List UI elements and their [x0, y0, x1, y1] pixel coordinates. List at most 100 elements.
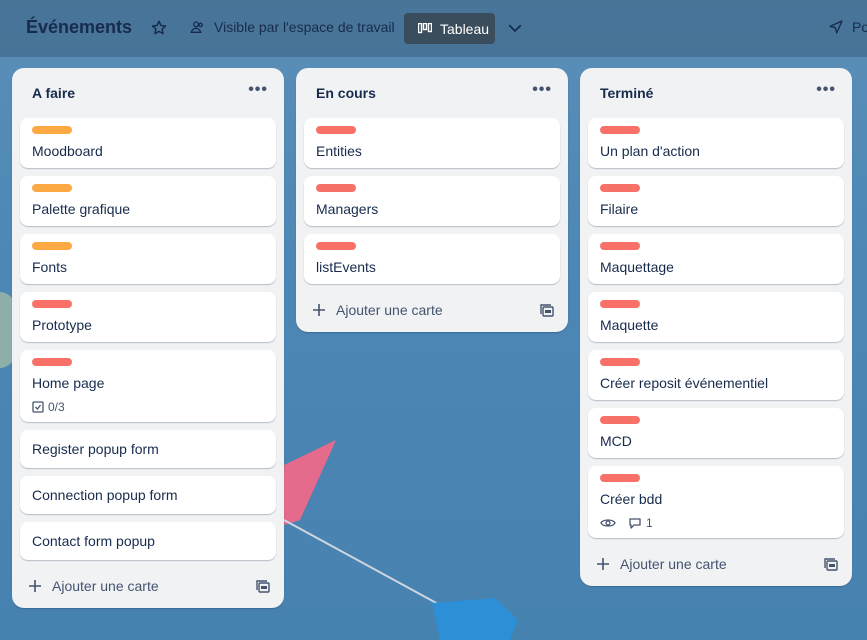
card-title: Créer bdd [600, 491, 663, 507]
card-title: Prototype [32, 317, 92, 333]
add-card-button[interactable]: Ajouter une carte [312, 302, 443, 318]
add-card-button[interactable]: Ajouter une carte [28, 578, 159, 594]
card[interactable]: Maquettage [588, 234, 844, 284]
card-label[interactable] [600, 242, 640, 250]
card-title: Register popup form [32, 441, 159, 457]
card[interactable]: Prototype [20, 292, 276, 342]
plus-icon [29, 580, 41, 592]
card-label[interactable] [600, 300, 640, 308]
comments-badge: 1 [628, 516, 653, 530]
card[interactable]: Moodboard [20, 118, 276, 168]
list-title[interactable]: En cours [316, 85, 376, 101]
card[interactable]: Créer reposit événementiel [588, 350, 844, 400]
share-label: Po [852, 19, 867, 35]
card-label[interactable] [32, 184, 72, 192]
board-view-button[interactable]: Tableau [404, 13, 495, 44]
card-label[interactable] [600, 126, 640, 134]
list-header: Terminé ••• [580, 68, 852, 118]
add-card-label: Ajouter une carte [52, 578, 159, 594]
list-title[interactable]: Terminé [600, 85, 653, 101]
add-card-row: Ajouter une carte [296, 292, 568, 332]
card-list: Moodboard Palette grafique Fonts Prototype H… [12, 118, 284, 560]
card-label[interactable] [316, 126, 356, 134]
card-label[interactable] [32, 300, 72, 308]
card-badges: 0/3 [32, 400, 264, 414]
card-title: Filaire [600, 201, 639, 217]
more-icon[interactable]: ••• [816, 81, 836, 99]
plus-icon [313, 304, 325, 316]
share-button[interactable]: Po [828, 19, 867, 35]
card-title: Contact form popup [32, 533, 155, 549]
board-view-label: Tableau [440, 20, 490, 37]
add-card-label: Ajouter une carte [620, 556, 727, 572]
card[interactable]: Palette grafique [20, 176, 276, 226]
card-title: Palette grafique [32, 201, 131, 217]
card[interactable]: listEvents [304, 234, 560, 284]
visibility-button[interactable]: Visible par l'espace de travail [190, 19, 395, 35]
eye-icon [600, 517, 616, 529]
plus-icon [597, 558, 609, 570]
card[interactable]: MCD [588, 408, 844, 458]
card-title: Home page [32, 375, 105, 391]
send-icon [829, 20, 843, 34]
card-title: Créer reposit événementiel [600, 375, 769, 391]
card[interactable]: Managers [304, 176, 560, 226]
list-title[interactable]: A faire [32, 85, 75, 101]
card-label[interactable] [600, 474, 640, 482]
card-title: MCD [600, 433, 632, 449]
checklist-badge: 0/3 [32, 400, 65, 414]
card-label[interactable] [32, 358, 72, 366]
card[interactable]: Créer bdd 1 [588, 466, 844, 538]
card[interactable]: Register popup form [20, 430, 276, 468]
card-label[interactable] [32, 242, 72, 250]
card-title: listEvents [316, 259, 376, 275]
add-card-row: Ajouter une carte [580, 546, 852, 586]
checklist-count: 0/3 [48, 400, 65, 414]
card[interactable]: Entities [304, 118, 560, 168]
card-template-icon[interactable] [256, 580, 270, 599]
card[interactable]: Maquette [588, 292, 844, 342]
card-title: Maquette [600, 317, 659, 333]
board-title[interactable]: Événements [26, 17, 132, 38]
more-icon[interactable]: ••• [532, 81, 552, 99]
card[interactable]: Un plan d'action [588, 118, 844, 168]
card-template-icon[interactable] [540, 304, 554, 323]
card-title: Maquettage [600, 259, 674, 275]
list-0: A faire ••• Moodboard Palette grafique Fonts… [12, 68, 284, 608]
add-card-row: Ajouter une carte [12, 568, 284, 608]
comments-count: 1 [646, 516, 653, 530]
card-label[interactable] [600, 184, 640, 192]
card-title: Entities [316, 143, 362, 159]
board-header: Événements Visible par l'espace de trava… [0, 0, 867, 57]
list-header: A faire ••• [12, 68, 284, 118]
card-list: Un plan d'action Filaire Maquettage Maquett… [580, 118, 852, 538]
workspace-visibility-icon [190, 21, 203, 33]
add-card-button[interactable]: Ajouter une carte [596, 556, 727, 572]
card-label[interactable] [316, 184, 356, 192]
list-1: En cours ••• Entities Managers listEvents Ajo… [296, 68, 568, 332]
card[interactable]: Home page 0/3 [20, 350, 276, 422]
card-title: Un plan d'action [600, 143, 700, 159]
add-card-label: Ajouter une carte [336, 302, 443, 318]
card[interactable]: Fonts [20, 234, 276, 284]
card[interactable]: Contact form popup [20, 522, 276, 560]
card-label[interactable] [600, 416, 640, 424]
board-view-icon [418, 22, 432, 33]
list-header: En cours ••• [296, 68, 568, 118]
visibility-label: Visible par l'espace de travail [214, 19, 395, 35]
card-label[interactable] [600, 358, 640, 366]
card[interactable]: Filaire [588, 176, 844, 226]
star-icon[interactable] [150, 19, 168, 37]
card-title: Moodboard [32, 143, 103, 159]
chevron-down-icon[interactable] [506, 19, 524, 37]
list-2: Terminé ••• Un plan d'action Filaire Maquett… [580, 68, 852, 586]
card-list: Entities Managers listEvents [296, 118, 568, 284]
card-label[interactable] [316, 242, 356, 250]
card-badges: 1 [600, 516, 832, 530]
card-title: Fonts [32, 259, 68, 275]
card[interactable]: Connection popup form [20, 476, 276, 514]
comment-icon [629, 518, 641, 529]
card-template-icon[interactable] [824, 558, 838, 577]
card-label[interactable] [32, 126, 72, 134]
more-icon[interactable]: ••• [248, 81, 268, 99]
